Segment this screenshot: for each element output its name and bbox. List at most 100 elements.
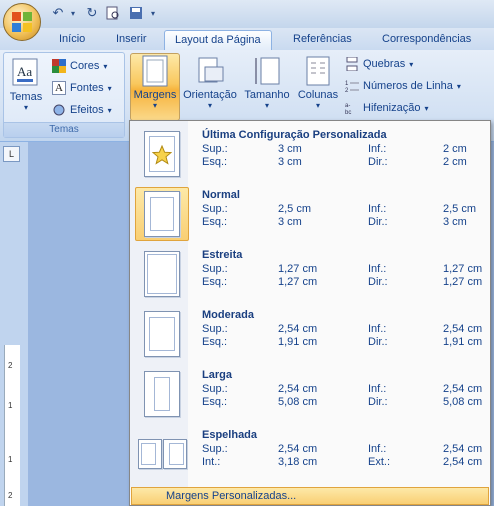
tamanho-button[interactable]: Tamanho ▾	[240, 55, 294, 110]
ruler-mark: 2	[8, 361, 13, 370]
margin-value: 5,08 cm	[278, 396, 318, 408]
redo-icon[interactable]: ↻	[84, 4, 100, 22]
margin-option-name: Espelhada	[202, 429, 258, 441]
tab-inserir[interactable]: Inserir	[106, 30, 157, 50]
margin-option-name: Normal	[202, 189, 240, 201]
colunas-button[interactable]: Colunas ▾	[295, 55, 341, 110]
undo-icon[interactable]: ↶	[50, 4, 66, 22]
temas-group: Aa Temas ▾ Cores ▾ A Fontes ▾ Efeitos ▾ …	[3, 52, 125, 138]
line-numbers-icon: 12	[345, 81, 359, 93]
chevron-down-icon: ▾	[107, 83, 112, 93]
print-preview-icon[interactable]	[104, 4, 122, 22]
tab-selector-button[interactable]: L	[3, 146, 20, 162]
ruler-mark: 1	[8, 455, 13, 464]
svg-text:2: 2	[345, 88, 349, 93]
margin-value: 1,27 cm	[443, 276, 483, 288]
margin-label: Ext.:	[368, 456, 391, 468]
chevron-down-icon[interactable]: ▾	[68, 4, 78, 22]
chevron-down-icon: ▾	[456, 81, 461, 91]
numeros-linha-button[interactable]: 12 Números de Linha ▾	[345, 76, 461, 96]
margin-option-larga[interactable]: Larga Sup.: 2,54 cm Inf.: 2,54 cm Esq.: …	[132, 365, 488, 423]
breaks-icon	[346, 57, 358, 71]
margin-option-normal[interactable]: Normal Sup.: 2,5 cm Inf.: 2,5 cm Esq.: 3…	[132, 185, 488, 243]
margin-thumb	[135, 427, 189, 481]
tab-referencias[interactable]: Referências	[283, 30, 362, 50]
margin-value: 2,5 cm	[278, 203, 312, 215]
efeitos-button[interactable]: Efeitos ▾	[52, 100, 112, 120]
title-bar: ↶ ▾ ↻ ▾	[0, 0, 494, 28]
margin-option-name: Última Configuração Personalizada	[202, 129, 387, 141]
chevron-down-icon: ▾	[107, 105, 112, 115]
effects-icon	[53, 104, 65, 116]
margin-option-espelhada[interactable]: Espelhada Sup.: 2,54 cm Inf.: 2,54 cm In…	[132, 425, 488, 483]
margin-label: Sup.:	[202, 203, 228, 215]
margin-thumb	[135, 367, 189, 421]
margin-thumb	[135, 127, 189, 181]
orientacao-button[interactable]: Orientação ▾	[181, 55, 239, 110]
custom-margins-button[interactable]: Margens Personalizadas...	[131, 487, 489, 505]
margin-label: Esq.:	[202, 156, 228, 168]
margin-thumb	[135, 247, 189, 301]
chevron-down-icon: ▾	[103, 61, 108, 71]
margin-value: 3 cm	[278, 143, 302, 155]
margens-button-content[interactable]: Margens ▾	[130, 55, 180, 110]
margin-label: Esq.:	[202, 396, 228, 408]
temas-group-label: Temas	[4, 122, 124, 137]
margin-thumb	[135, 187, 189, 241]
hifenizacao-button[interactable]: a-bc Hifenização ▾	[345, 98, 429, 118]
colunas-label: Colunas	[297, 89, 339, 101]
margin-option-last-custom[interactable]: Última Configuração Personalizada Sup.: …	[132, 125, 488, 183]
svg-text:1: 1	[345, 81, 349, 87]
quebras-button[interactable]: Quebras ▾	[345, 54, 413, 74]
margin-value: 3 cm	[278, 216, 302, 228]
margin-label: Int.:	[202, 456, 221, 468]
chevron-down-icon: ▾	[264, 101, 269, 110]
chevron-down-icon: ▾	[23, 103, 28, 112]
margin-label: Inf.:	[368, 203, 387, 215]
tab-correspondencias[interactable]: Correspondências	[372, 30, 481, 50]
margin-value: 1,27 cm	[278, 263, 318, 275]
margin-value: 3,18 cm	[278, 456, 318, 468]
margin-option-estreita[interactable]: Estreita Sup.: 1,27 cm Inf.: 1,27 cm Esq…	[132, 245, 488, 303]
size-icon	[255, 57, 280, 85]
margin-value: 5,08 cm	[443, 396, 483, 408]
tab-inicio[interactable]: Início	[49, 30, 95, 50]
margin-value: 2,54 cm	[278, 443, 318, 455]
margin-label: Dir.:	[368, 396, 388, 408]
margin-label: Esq.:	[202, 216, 228, 228]
margin-value: 2,54 cm	[443, 323, 483, 335]
margin-option-name: Moderada	[202, 309, 254, 321]
chevron-down-icon: ▾	[315, 101, 320, 110]
cores-button[interactable]: Cores ▾	[52, 56, 107, 76]
margin-value: 2,5 cm	[443, 203, 477, 215]
fontes-button[interactable]: A Fontes ▾	[52, 78, 112, 98]
vertical-ruler[interactable]: 2 1 1 2	[4, 345, 20, 506]
margin-thumb	[135, 307, 189, 361]
efeitos-label: Efeitos	[70, 104, 104, 116]
margin-label: Inf.:	[368, 143, 387, 155]
save-icon[interactable]	[128, 4, 144, 22]
columns-icon	[306, 56, 330, 86]
margin-label: Esq.:	[202, 336, 228, 348]
margin-label: Sup.:	[202, 143, 228, 155]
svg-text:a-: a-	[345, 103, 350, 109]
margin-label: Sup.:	[202, 443, 228, 455]
temas-button[interactable]: Aa Temas ▾	[8, 57, 44, 112]
chevron-down-icon: ▾	[424, 103, 429, 113]
margin-value: 1,91 cm	[443, 336, 483, 348]
numeros-linha-label: Números de Linha	[363, 80, 453, 92]
tab-layout-da-pagina[interactable]: Layout da Página	[164, 30, 272, 50]
themes-icon: Aa	[12, 58, 38, 86]
margin-value: 1,27 cm	[278, 276, 318, 288]
margin-value: 2,54 cm	[443, 383, 483, 395]
chevron-down-icon: ▾	[409, 59, 414, 69]
margin-option-name: Larga	[202, 369, 232, 381]
margin-label: Inf.:	[368, 263, 387, 275]
hyphenation-icon: a-bc	[345, 103, 351, 115]
quebras-label: Quebras	[363, 58, 406, 70]
margin-label: Inf.:	[368, 323, 387, 335]
margin-value: 2,54 cm	[443, 456, 483, 468]
margin-option-moderada[interactable]: Moderada Sup.: 2,54 cm Inf.: 2,54 cm Esq…	[132, 305, 488, 363]
office-button[interactable]	[3, 3, 41, 41]
chevron-down-icon[interactable]: ▾	[148, 4, 158, 22]
